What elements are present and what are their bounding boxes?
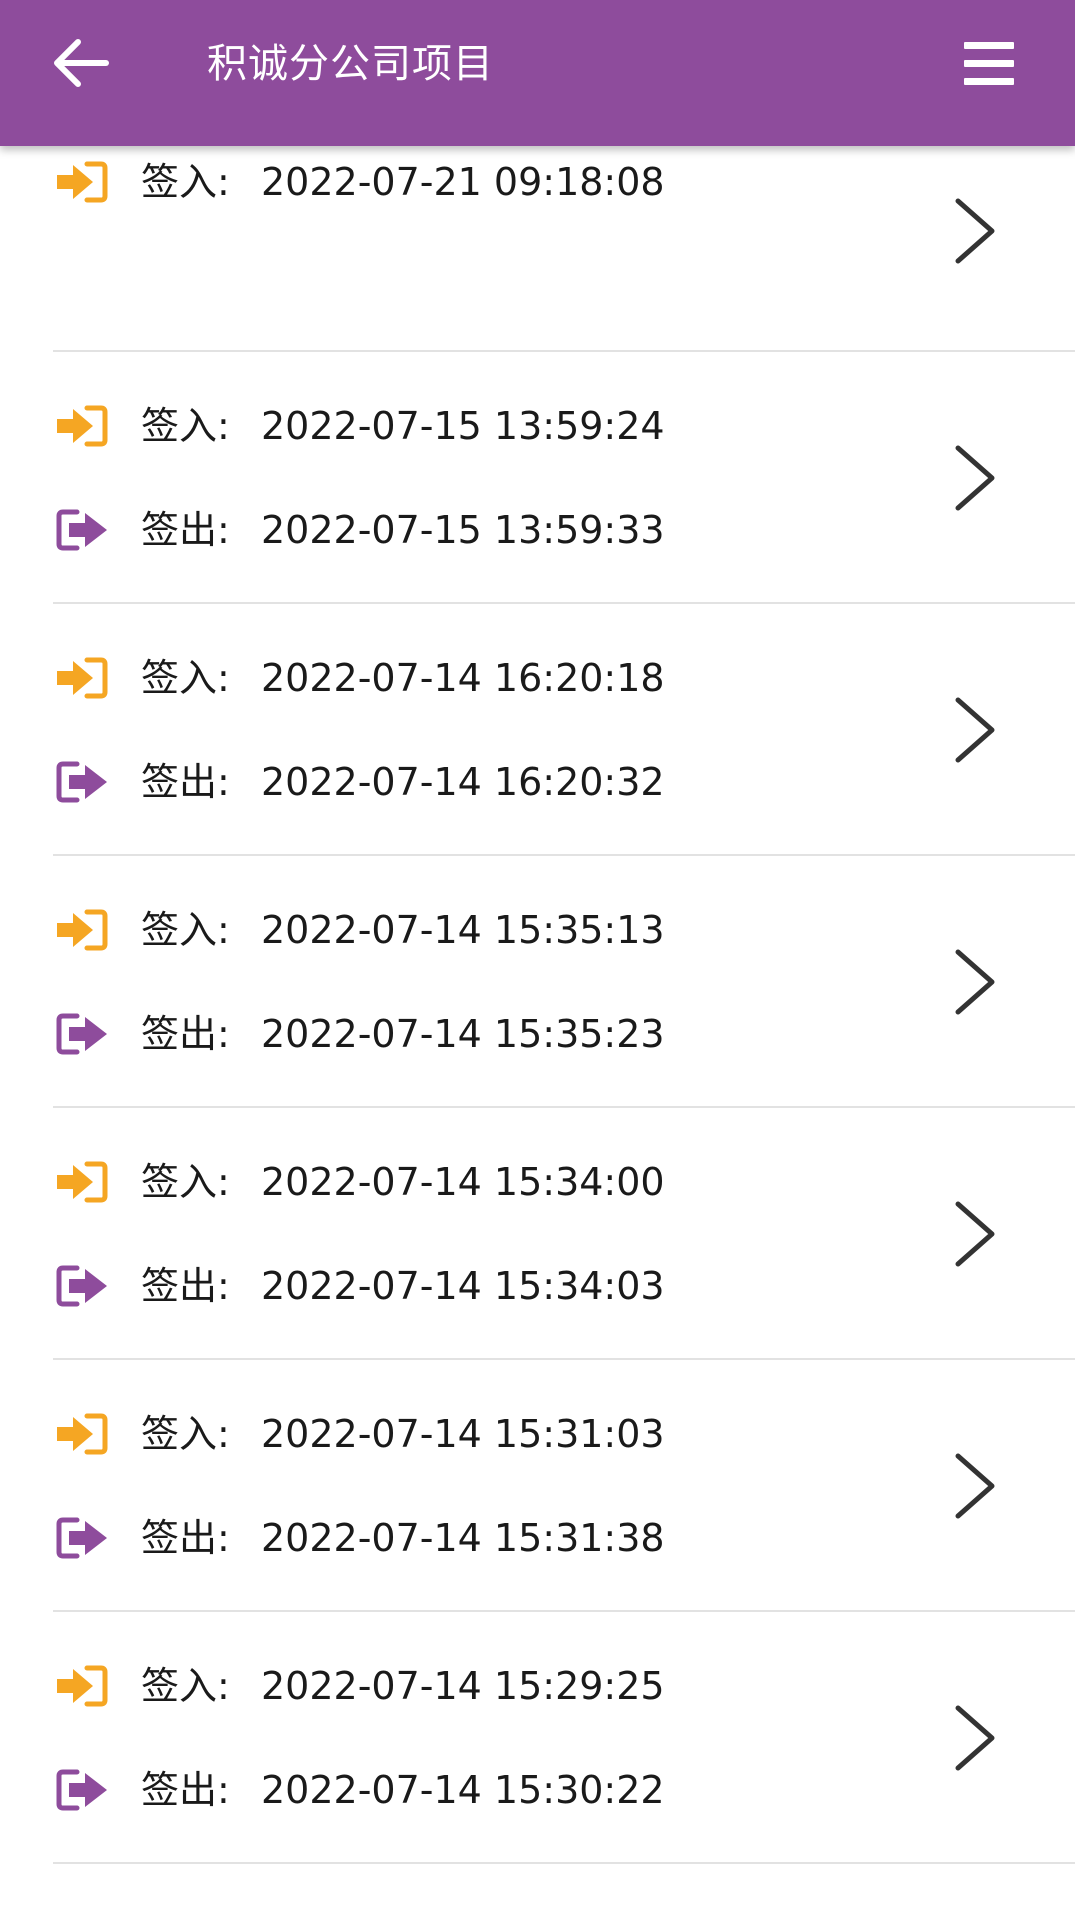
sign-in-label: 签入: <box>141 404 230 448</box>
sign-out-label: 签出: <box>141 1012 230 1056</box>
sign-in-time: 2022-07-14 15:31:03 <box>261 1412 665 1456</box>
sign-out-label: 签出: <box>141 508 230 552</box>
sign-out-icon <box>56 1769 107 1811</box>
sign-out-time: 2022-07-15 13:59:33 <box>261 508 665 552</box>
sign-in-row: 签入: 2022-07-14 16:20:18 <box>0 648 800 708</box>
chevron-right-icon <box>955 198 995 264</box>
sign-out-label: 签出: <box>141 1264 230 1308</box>
sign-in-icon <box>57 1413 108 1455</box>
hamburger-menu-icon <box>964 42 1014 85</box>
sign-in-time: 2022-07-14 16:20:18 <box>261 656 665 700</box>
sign-in-time: 2022-07-14 15:34:00 <box>261 1160 665 1204</box>
sign-out-label: 签出: <box>141 1516 230 1560</box>
arrow-left-icon <box>54 39 109 87</box>
sign-out-time: 2022-07-14 15:35:23 <box>261 1012 665 1056</box>
sign-out-row: 签出: 2022-07-14 15:35:23 <box>0 1004 800 1064</box>
divider <box>53 1862 1075 1864</box>
sign-out-row: 签出: 2022-07-14 15:31:38 <box>0 1508 800 1568</box>
sign-out-time: 2022-07-14 15:31:38 <box>261 1516 665 1560</box>
chevron-right-icon <box>955 445 995 511</box>
sign-in-label: 签入: <box>141 656 230 700</box>
attendance-record[interactable]: 签入: 2022-07-14 16:20:18 签出: 2022-07-14 1… <box>0 604 1075 856</box>
sign-in-icon <box>57 657 108 699</box>
back-button[interactable] <box>46 28 116 98</box>
sign-out-icon <box>56 761 107 803</box>
sign-in-icon <box>57 161 108 203</box>
sign-out-icon <box>56 509 107 551</box>
attendance-record[interactable]: 签入: 2022-07-14 15:35:13 签出: 2022-07-14 1… <box>0 856 1075 1108</box>
sign-in-label: 签入: <box>141 1412 230 1456</box>
attendance-record[interactable]: 签入: 2022-07-15 13:59:24 签出: 2022-07-15 1… <box>0 352 1075 604</box>
chevron-right-icon <box>955 1201 995 1267</box>
sign-in-row: 签入: 2022-07-21 09:18:08 <box>0 152 800 212</box>
sign-in-icon <box>57 909 108 951</box>
chevron-right-icon <box>955 1453 995 1519</box>
sign-in-row: 签入: 2022-07-14 15:34:00 <box>0 1152 800 1212</box>
sign-out-row: 签出: 2022-07-14 15:30:22 <box>0 1760 800 1820</box>
sign-in-row: 签入: 2022-07-14 15:35:13 <box>0 900 800 960</box>
sign-in-icon <box>57 1665 108 1707</box>
sign-in-time: 2022-07-14 15:35:13 <box>261 908 665 952</box>
sign-in-time: 2022-07-15 13:59:24 <box>261 404 665 448</box>
sign-out-label: 签出: <box>141 1768 230 1812</box>
sign-out-time: 2022-07-14 15:30:22 <box>261 1768 665 1812</box>
sign-in-icon <box>57 405 108 447</box>
sign-in-time: 2022-07-21 09:18:08 <box>261 160 665 204</box>
page-title: 积诚分公司项目 <box>207 41 494 87</box>
sign-out-time: 2022-07-14 16:20:32 <box>261 760 665 804</box>
menu-button[interactable] <box>954 34 1024 94</box>
sign-in-row: 签入: 2022-07-15 13:59:24 <box>0 396 800 456</box>
app-bar: 积诚分公司项目 <box>0 0 1075 146</box>
sign-in-row: 签入: 2022-07-14 15:29:25 <box>0 1656 800 1716</box>
sign-in-label: 签入: <box>141 908 230 952</box>
sign-in-label: 签入: <box>141 1664 230 1708</box>
sign-out-icon <box>56 1265 107 1307</box>
sign-in-row: 签入: 2022-07-14 15:31:03 <box>0 1404 800 1464</box>
sign-in-icon <box>57 1161 108 1203</box>
sign-out-icon <box>56 1013 107 1055</box>
attendance-record-list: 签入: 2022-07-21 09:18:08 签入: 2022-07-15 1… <box>0 0 1075 1915</box>
chevron-right-icon <box>955 697 995 763</box>
attendance-record[interactable]: 签入: 2022-07-14 15:29:25 签出: 2022-07-14 1… <box>0 1612 1075 1864</box>
sign-in-label: 签入: <box>141 160 230 204</box>
chevron-right-icon <box>955 1705 995 1771</box>
sign-out-time: 2022-07-14 15:34:03 <box>261 1264 665 1308</box>
sign-out-row: 签出: 2022-07-15 13:59:33 <box>0 500 800 560</box>
sign-out-row: 签出: 2022-07-14 15:34:03 <box>0 1256 800 1316</box>
sign-in-label: 签入: <box>141 1160 230 1204</box>
sign-out-label: 签出: <box>141 760 230 804</box>
attendance-record[interactable]: 签入: 2022-07-21 09:18:08 <box>0 146 1075 352</box>
attendance-record[interactable]: 签入: 2022-07-14 15:31:03 签出: 2022-07-14 1… <box>0 1360 1075 1612</box>
sign-in-time: 2022-07-14 15:29:25 <box>261 1664 665 1708</box>
chevron-right-icon <box>955 949 995 1015</box>
attendance-record[interactable]: 签入: 2022-07-14 15:34:00 签出: 2022-07-14 1… <box>0 1108 1075 1360</box>
sign-out-icon <box>56 1517 107 1559</box>
sign-out-row: 签出: 2022-07-14 16:20:32 <box>0 752 800 812</box>
